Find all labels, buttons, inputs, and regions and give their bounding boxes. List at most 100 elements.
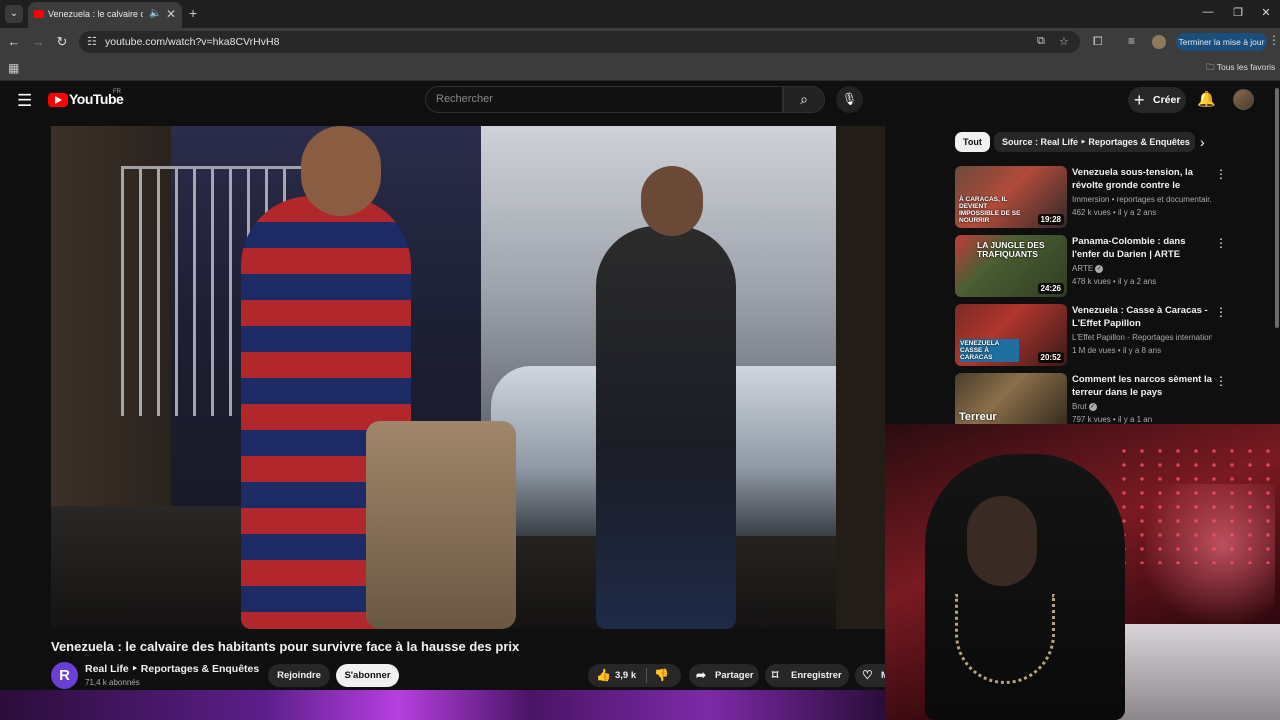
thumbnail-caption: À CARACAS, IL DEVIENT IMPOSSIBLE DE SE N… [959, 196, 1021, 224]
notifications-bell-icon[interactable]: 🔔 [1197, 90, 1216, 108]
webcam-string-lights [1115, 444, 1280, 564]
channel-name[interactable]: Real Life ‣ Reportages & Enquêtes [85, 663, 259, 675]
recommendation-thumbnail[interactable]: VENEZUELA CASSE À CARACAS 20:52 [955, 304, 1067, 366]
bookmark-star-icon[interactable]: ☆ [1059, 35, 1069, 48]
update-browser-button[interactable]: Terminer la mise à jour [1176, 33, 1267, 51]
install-app-icon[interactable]: ⧉ [1037, 35, 1045, 48]
verified-check-icon: ✓ [1095, 264, 1104, 273]
view-count: 462 k vues [1072, 208, 1111, 217]
more-actions-button[interactable]: ♡ M [855, 664, 889, 687]
recommendation-channel[interactable]: ARTE ✓ [1072, 264, 1212, 273]
more-options-kebab-icon[interactable]: ⋮ [1215, 305, 1227, 319]
join-button[interactable]: Rejoindre [268, 664, 330, 687]
extensions-puzzle-icon[interactable]: ⧠ [1093, 34, 1103, 49]
country-code: FR [113, 89, 121, 95]
chip-source[interactable]: Source : Real Life ‣ Reportages & Enquêt… [994, 132, 1195, 152]
maximize-icon[interactable]: ❐ [1230, 6, 1246, 19]
upload-age: il y a 2 ans [1117, 208, 1157, 217]
video-frame-right-edge [836, 126, 885, 629]
save-label: Enregistrer [791, 670, 842, 681]
recommendation-meta: 478 k vues • il y a 2 ans [1072, 277, 1157, 286]
description-preview-strip [0, 690, 885, 720]
recommendation-title[interactable]: Venezuela : Casse à Caracas - L'Effet Pa… [1072, 304, 1212, 330]
recommendation-thumbnail[interactable]: À CARACAS, IL DEVIENT IMPOSSIBLE DE SE N… [955, 166, 1067, 228]
create-button[interactable]: + Créer [1128, 87, 1186, 113]
view-count: 478 k vues [1072, 277, 1111, 286]
recommendation-channel[interactable]: Brut ✓ [1072, 402, 1212, 411]
search-button[interactable]: ⌕ [783, 86, 825, 113]
youtube-favicon-icon [34, 10, 44, 18]
like-count[interactable]: 3,9 k [615, 670, 636, 681]
reload-icon[interactable]: ↻ [54, 34, 70, 50]
webcam-face [967, 496, 1037, 586]
thumbs-up-icon[interactable]: 👍 [596, 668, 611, 682]
recommendation-item[interactable]: Terreur Comment les narcos sèment la ter… [955, 373, 1225, 424]
recommendation-channel[interactable]: Immersion • reportages et documentair... [1072, 195, 1212, 204]
webcam-person-hoodie [925, 454, 1125, 720]
recommendation-title[interactable]: Comment les narcos sèment la terreur dan… [1072, 373, 1212, 399]
new-tab-plus-icon[interactable]: + [189, 5, 197, 21]
window-close-icon[interactable]: ✕ [1258, 6, 1274, 19]
video-player[interactable] [51, 126, 885, 629]
recommendation-title[interactable]: Panama-Colombie : dans l'enfer du Darien… [1072, 235, 1212, 261]
voice-search-mic-icon[interactable]: 🎙 [836, 86, 863, 113]
more-options-kebab-icon[interactable]: ⋮ [1215, 167, 1227, 181]
upload-age: il y a 1 an [1117, 415, 1153, 424]
more-options-kebab-icon[interactable]: ⋮ [1215, 374, 1225, 388]
account-avatar[interactable] [1233, 89, 1254, 110]
thumbs-down-icon[interactable]: 👎 [654, 668, 669, 682]
channel-avatar[interactable]: R [51, 662, 78, 689]
back-arrow-icon[interactable]: ← [6, 34, 22, 49]
thumbnail-caption: VENEZUELA CASSE À CARACAS [959, 339, 1019, 362]
view-count: 1 M de vues [1072, 346, 1116, 355]
browser-tab-active[interactable]: Venezuela : le calvaire des h 🔈 ✕ [28, 2, 182, 28]
recommendation-title[interactable]: Venezuela sous-tension, la révolte grond… [1072, 166, 1212, 192]
video-frame-head-2 [641, 166, 703, 236]
search-box [425, 86, 783, 113]
like-dislike-group: 👍 3,9 k 👎 [588, 664, 681, 687]
video-duration: 19:28 [1037, 214, 1064, 225]
tab-close-icon[interactable]: ✕ [166, 7, 176, 21]
apps-grid-icon[interactable]: ▦ [8, 61, 19, 75]
search-icon: ⌕ [800, 91, 808, 107]
subscribe-button[interactable]: S'abonner [336, 664, 399, 687]
browser-toolbar: ← → ↻ ☷ youtube.com/watch?v=hka8CVrHvH8 … [0, 28, 1280, 56]
chevron-right-icon[interactable]: › [1200, 134, 1205, 150]
save-button[interactable]: ⌑ Enregistrer [765, 664, 849, 687]
thanks-heart-icon: ♡ [862, 668, 873, 682]
recommendation-item[interactable]: À CARACAS, IL DEVIENT IMPOSSIBLE DE SE N… [955, 166, 1227, 228]
youtube-masthead: ☰ YouTube FR ⌕ 🎙 + Créer 🔔 [0, 81, 1280, 119]
browser-menu-kebab-icon[interactable]: ⋮ [1268, 33, 1280, 47]
page-scrollbar[interactable] [1275, 88, 1279, 328]
create-label: Créer [1153, 94, 1181, 106]
bookmarks-bar: ▦ 🗀 Tous les favoris [0, 56, 1280, 81]
recommendation-item[interactable]: VENEZUELA CASSE À CARACAS 20:52 Venezuel… [955, 304, 1227, 366]
site-info-icon[interactable]: ☷ [87, 35, 97, 48]
recommendation-thumbnail[interactable]: LA JUNGLE DES TRAFIQUANTS 24:26 [955, 235, 1067, 297]
upload-age: il y a 2 ans [1117, 277, 1157, 286]
tab-title: Venezuela : le calvaire des h [48, 9, 143, 19]
url-text[interactable]: youtube.com/watch?v=hka8CVrHvH8 [105, 36, 279, 48]
address-bar[interactable]: ☷ youtube.com/watch?v=hka8CVrHvH8 ⧉ ☆ [79, 31, 1080, 53]
reading-list-icon[interactable]: ≡ [1128, 34, 1135, 48]
all-bookmarks-folder[interactable]: 🗀 Tous les favoris [1206, 62, 1275, 76]
chip-all[interactable]: Tout [955, 132, 990, 152]
verified-check-icon: ✓ [1088, 402, 1097, 411]
more-options-kebab-icon[interactable]: ⋮ [1215, 236, 1227, 250]
browser-profile-avatar[interactable] [1152, 35, 1166, 49]
upload-age: il y a 8 ans [1122, 346, 1162, 355]
like-divider [646, 668, 647, 683]
recommendation-channel[interactable]: L'Effet Papillon - Reportages internatio… [1072, 333, 1212, 342]
guide-menu-icon[interactable]: ☰ [17, 91, 32, 111]
forward-arrow-icon[interactable]: → [30, 34, 46, 49]
channel-label: ARTE [1072, 264, 1094, 273]
speaker-icon[interactable]: 🔈 [149, 8, 161, 19]
tab-search-chevron-icon[interactable]: ⌄ [5, 5, 23, 23]
subscriber-count: 71,4 k abonnés [85, 678, 140, 687]
minimize-icon[interactable]: — [1200, 6, 1216, 18]
recommendation-item[interactable]: LA JUNGLE DES TRAFIQUANTS 24:26 Panama-C… [955, 235, 1227, 297]
all-bookmarks-label: Tous les favoris [1216, 62, 1276, 72]
recommendation-thumbnail[interactable]: Terreur [955, 373, 1067, 424]
share-button[interactable]: ➦ Partager [689, 664, 759, 687]
search-input[interactable] [436, 93, 766, 105]
